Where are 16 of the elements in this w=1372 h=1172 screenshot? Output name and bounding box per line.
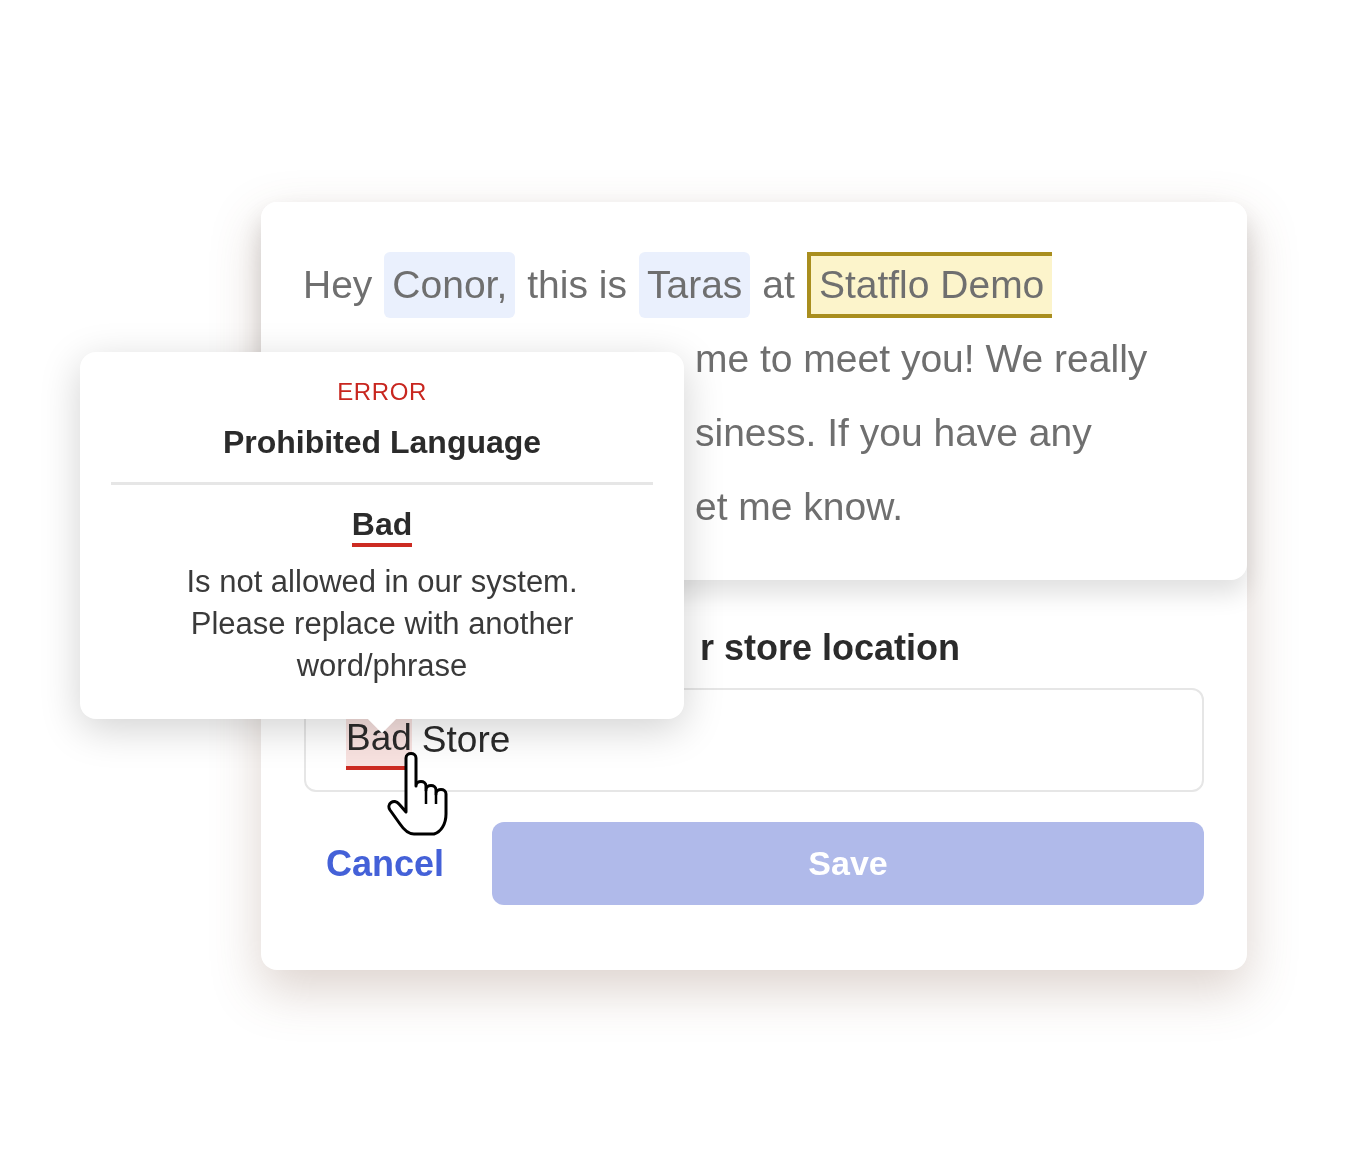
flagged-phrase: Statflo Demo	[806, 251, 1053, 319]
field-label: r store location	[700, 626, 961, 670]
error-label: ERROR	[337, 377, 427, 407]
popover-title: Prohibited Language	[222, 423, 542, 462]
prohibited-word: Bad	[351, 505, 413, 547]
message-text: at	[762, 261, 795, 308]
message-text: this is	[527, 261, 627, 308]
message-text: me to meet you! We really	[695, 335, 1148, 382]
cancel-button[interactable]: Cancel	[304, 836, 445, 891]
message-text: et me know.	[695, 483, 904, 530]
variable-chip: Taras	[638, 251, 751, 319]
popover-description: Is not allowed in our system. Please replace with another word/phrase	[185, 563, 579, 685]
message-text: siness. If you have any	[695, 409, 1092, 456]
message-text: Hey	[303, 261, 373, 308]
input-text: Store	[421, 718, 511, 763]
variable-chip: Conor,	[384, 251, 516, 319]
